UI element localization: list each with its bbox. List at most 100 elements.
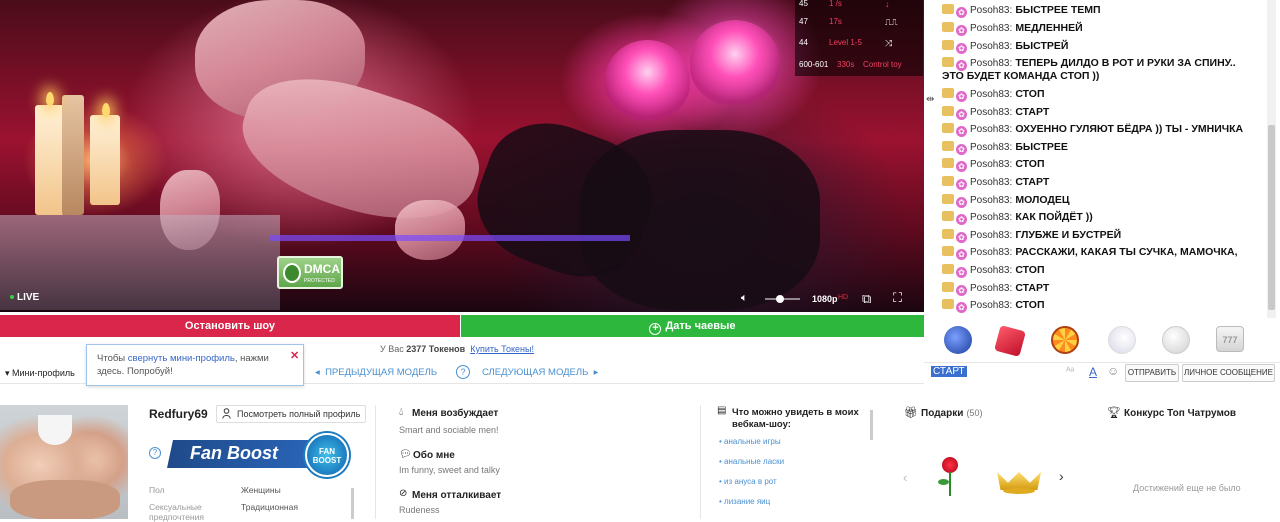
fan-badge-text: BOOST — [312, 456, 342, 465]
member-badge-icon: ✿ — [956, 161, 967, 172]
stats-value: 44 — [799, 38, 808, 47]
next-model-link[interactable]: СЛЕДУЮЩАЯ МОДЕЛЬ ▸ — [482, 367, 598, 378]
resize-handle-icon[interactable]: ⇹ — [926, 94, 934, 105]
chat-username[interactable]: Posoh83: — [970, 195, 1012, 206]
profile-field-label: Сексуальные предпочтения — [149, 502, 204, 522]
slot-777-icon[interactable]: 777 — [1216, 326, 1244, 352]
profile-scrollbar[interactable] — [351, 488, 354, 519]
show-list-item[interactable]: • анальные ласки — [719, 457, 784, 466]
scene-shape — [35, 105, 65, 215]
stats-value: 600-601 — [799, 60, 829, 69]
profile-field-value: Традиционная — [241, 502, 298, 512]
mini-profile-tooltip: Чтобы свернуть мини-профиль, нажми здесь… — [86, 344, 304, 386]
avatar[interactable] — [0, 405, 128, 519]
stats-row: 47 17s ⎍⎍ — [795, 17, 923, 31]
dice-icon[interactable] — [994, 325, 1026, 357]
chat-username[interactable]: Posoh83: — [970, 142, 1012, 153]
translate-icon[interactable]: ᴬᵃ — [1066, 366, 1074, 377]
profile-name: Redfury69 — [149, 407, 208, 421]
hd-badge: HD — [838, 294, 849, 301]
chat-username[interactable]: Posoh83: — [970, 265, 1012, 276]
chat-username[interactable]: Posoh83: — [970, 247, 1012, 258]
chat-username[interactable]: Posoh83: — [970, 124, 1012, 135]
chat-message: ✿ Posoh83: КАК ПОЙДЁТ )) — [942, 211, 1093, 225]
chat-username[interactable]: Posoh83: — [970, 89, 1012, 100]
chat-message-text: МОЛОДЕЦ — [1015, 194, 1070, 206]
chat-username[interactable]: Posoh83: — [970, 230, 1012, 241]
chat-username[interactable]: Posoh83: — [970, 23, 1012, 34]
chat-message-text: БЫСТРЕЙ — [1015, 40, 1069, 52]
gifts-prev-arrow-icon[interactable]: ‹ — [903, 470, 907, 485]
chat-username[interactable]: Posoh83: — [970, 283, 1012, 294]
person-icon — [222, 408, 231, 419]
private-message-button[interactable]: ЛИЧНОЕ СООБЩЕНИЕ — [1182, 364, 1275, 382]
quality-selector[interactable]: 1080p — [812, 294, 838, 304]
chat-message: ✿ Posoh83: СТОП — [942, 299, 1045, 313]
crown-shape — [1003, 488, 1035, 494]
profile-field-value: Женщины — [241, 485, 281, 495]
chat-username[interactable]: Posoh83: — [970, 58, 1012, 69]
fullscreen-icon[interactable]: ⛶ — [893, 290, 902, 306]
chat-message-text: ТЕПЕРЬ ДИЛДО В РОТ И РУКИ ЗА СПИНУ.. — [1015, 57, 1236, 69]
send-button[interactable]: ОТПРАВИТЬ — [1125, 364, 1179, 382]
emoji-icon[interactable]: ☺ — [1107, 364, 1119, 378]
chat-message-text: СТАРТ — [1015, 106, 1050, 118]
chat-username[interactable]: Posoh83: — [970, 107, 1012, 118]
help-icon[interactable]: ? — [149, 447, 161, 459]
font-style-icon[interactable]: A — [1089, 365, 1097, 379]
chat-username[interactable]: Posoh83: — [970, 300, 1012, 311]
previous-model-link[interactable]: ◂ ПРЕДЫДУЩАЯ МОДЕЛЬ — [315, 367, 437, 378]
help-icon[interactable]: ? — [456, 365, 470, 379]
chat-message: ✿ Posoh83: БЫСТРЕЕ — [942, 141, 1068, 155]
fan-boost-badge: FAN BOOST — [305, 433, 349, 477]
buy-tokens-link[interactable]: Купить Токены! — [470, 344, 534, 354]
profile-field-label: Пол — [149, 485, 165, 495]
dmca-badge[interactable]: DMCA PROTECTED — [277, 256, 343, 289]
show-list-item[interactable]: • лизание яиц — [719, 497, 770, 506]
chat-message: ✿ Posoh83: МОЛОДЕЦ — [942, 194, 1070, 208]
chat-message: ✿ Posoh83: ОХУЕННО ГУЛЯЮТ БЁДРА )) ТЫ - У… — [942, 123, 1243, 137]
user-badge-icon — [942, 246, 954, 256]
member-badge-icon: ✿ — [956, 214, 967, 225]
music-disc-icon[interactable] — [944, 326, 972, 354]
bingo-ball-icon[interactable] — [1162, 326, 1190, 354]
stop-show-button[interactable]: Остановить шоу — [0, 315, 460, 337]
chat-scrollbar-thumb[interactable] — [1268, 125, 1275, 310]
block-icon: ⊘ — [399, 488, 408, 499]
member-badge-icon: ✿ — [956, 267, 967, 278]
chat-message: ✿ Posoh83: БЫСТРЕЙ — [942, 40, 1068, 54]
chat-message-text: ЭТО БУДЕТ КОМАНДА СТОП )) — [942, 70, 1100, 82]
member-badge-icon: ✿ — [956, 91, 967, 102]
full-profile-button[interactable]: Посмотреть полный профиль — [216, 405, 366, 423]
stats-value: 45 — [799, 0, 808, 8]
show-list-item[interactable]: • из ануса в рот — [719, 477, 777, 486]
volume-slider-knob[interactable] — [776, 295, 784, 303]
cast-icon[interactable]: ⧉ — [862, 291, 871, 307]
mini-profile-toggle[interactable]: ▾ Мини-профиль — [5, 368, 75, 379]
chat-message-text: КАК ПОЙДЁТ )) — [1015, 211, 1093, 223]
chat-message-text: БЫСТРЕЕ ТЕМП — [1015, 4, 1101, 16]
crown-gift-icon[interactable] — [997, 462, 1041, 496]
give-tip-button[interactable]: + Дать чаевые — [461, 315, 924, 337]
show-list-scrollbar[interactable] — [870, 410, 873, 440]
wheel-of-fortune-icon[interactable] — [1051, 326, 1079, 354]
video-player[interactable] — [0, 0, 924, 312]
rose-gift-icon[interactable] — [932, 455, 968, 499]
show-list-item[interactable]: • анальные игры — [719, 437, 781, 446]
chat-username[interactable]: Posoh83: — [970, 5, 1012, 16]
gifts-next-arrow-icon[interactable]: › — [1059, 468, 1064, 484]
square-wave-icon: ⎍⎍ — [885, 17, 898, 27]
divider — [375, 405, 376, 519]
chat-username[interactable]: Posoh83: — [970, 159, 1012, 170]
volume-icon[interactable]: 🔈︎ — [741, 292, 748, 305]
avatar-shape — [38, 415, 72, 445]
about-me-title: Обо мне — [413, 450, 455, 461]
chat-username[interactable]: Posoh83: — [970, 177, 1012, 188]
chat-username[interactable]: Posoh83: — [970, 41, 1012, 52]
close-icon[interactable]: ✕ — [290, 349, 299, 362]
moon-icon[interactable] — [1108, 326, 1136, 354]
user-badge-icon — [942, 176, 954, 186]
scene-shape — [395, 200, 465, 260]
chat-username[interactable]: Posoh83: — [970, 212, 1012, 223]
dmca-sublabel: PROTECTED — [304, 278, 335, 284]
